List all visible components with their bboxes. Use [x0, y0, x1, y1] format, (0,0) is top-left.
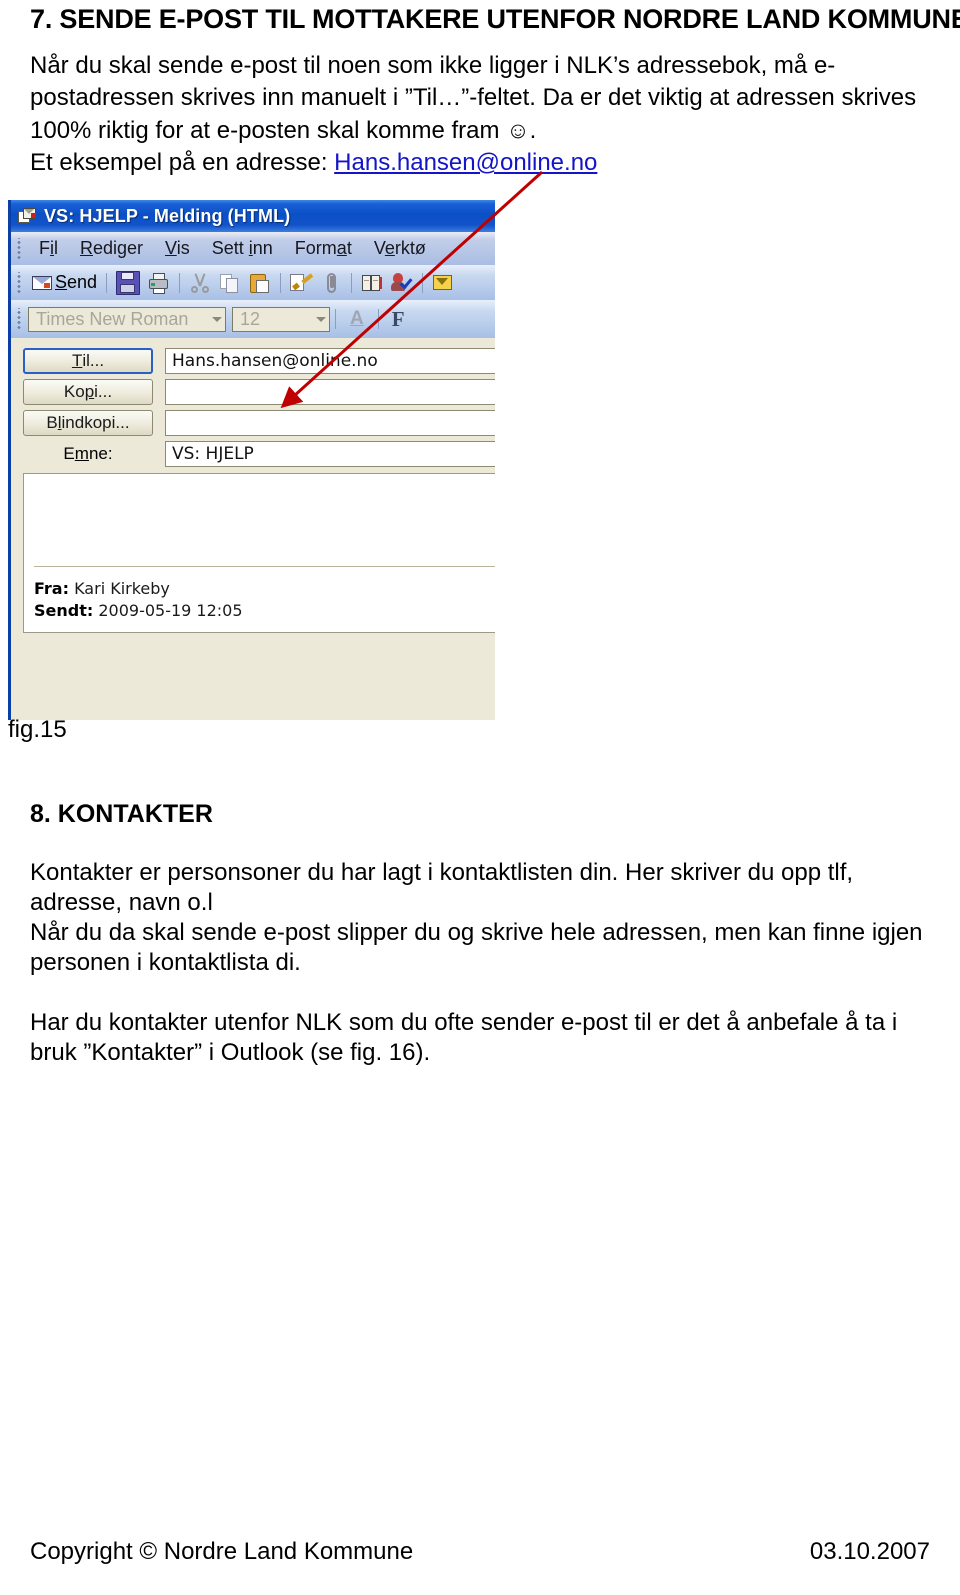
font-color-icon[interactable]: A: [341, 308, 373, 330]
outlook-formatting-toolbar: Times New Roman 12 A F: [11, 300, 495, 338]
check-names-icon[interactable]: [391, 272, 413, 294]
toolbar-separator: [422, 272, 424, 293]
footer-date: 03.10.2007: [809, 1538, 930, 1565]
toolbar-separator: [179, 272, 181, 293]
page-title: 7. SENDE E-POST TIL MOTTAKERE UTENFOR NO…: [30, 4, 960, 34]
bcc-button[interactable]: Bl indkopi...: [23, 410, 153, 436]
attach-file-icon[interactable]: [320, 272, 342, 294]
cc-field[interactable]: [165, 379, 495, 405]
intro-line-3-text: 100% riktig for at e-posten skal komme f…: [30, 117, 507, 144]
outlook-window-title: VS: HJELP - Melding (HTML): [44, 205, 291, 226]
document-page: 7. SENDE E-POST TIL MOTTAKERE UTENFOR NO…: [0, 0, 960, 1595]
quoted-sent-line: Sendt: 2009-05-19 12:05: [34, 600, 243, 622]
bcc-field[interactable]: [165, 410, 495, 436]
subject-field[interactable]: VS: HJELP: [165, 441, 495, 467]
to-button[interactable]: Til...: [23, 348, 153, 374]
example-address-prefix: Et eksempel på en adresse:: [30, 149, 335, 176]
menu-item-vis[interactable]: Vis: [154, 238, 201, 259]
outlook-address-header: Til... Hans.hansen@online.no Ko p i... Bli…: [11, 338, 495, 467]
save-icon[interactable]: [116, 270, 141, 295]
toolbar-separator: [377, 309, 379, 329]
menu-item-verktoy[interactable]: Verktø: [363, 238, 437, 259]
font-name-dropdown[interactable]: Times New Roman: [28, 306, 226, 332]
sent-label: Sendt:: [34, 601, 94, 620]
toolbar-separator: [106, 272, 108, 293]
quoted-header: Fra: Kari Kirkeby Sendt: 2009-05-19 12:0…: [34, 578, 243, 622]
bold-icon[interactable]: F: [384, 307, 413, 332]
s8-p1-line-3: Når du da skal sende e-post slipper du o…: [30, 919, 923, 946]
quote-divider: [34, 566, 495, 567]
font-size-dropdown[interactable]: 12: [232, 306, 330, 332]
s8-p1-line-1: Kontakter er personsoner du har lagt i k…: [30, 859, 854, 886]
toolbar-separator: [280, 272, 282, 293]
quoted-from-line: Fra: Kari Kirkeby: [34, 578, 243, 600]
envelope-icon: [18, 207, 37, 225]
menu-item-rediger[interactable]: Rediger: [69, 238, 154, 259]
outlook-standard-toolbar: Send: [11, 265, 495, 300]
menu-bar-grip[interactable]: [15, 237, 23, 260]
menu-item-format[interactable]: Format: [284, 238, 363, 259]
subject-label: Emne:: [63, 444, 113, 463]
example-email-link[interactable]: Hans.hansen@online.no: [334, 149, 597, 176]
importance-high-icon[interactable]: [432, 272, 454, 294]
copy-icon[interactable]: [219, 272, 241, 294]
subject-row: Emne: VS: HJELP: [23, 441, 495, 467]
format-painter-icon[interactable]: [290, 272, 314, 294]
footer-copyright: Copyright © Nordre Land Kommune: [30, 1538, 414, 1565]
menu-item-sett-inn[interactable]: Sett inn: [201, 238, 284, 259]
send-button[interactable]: Send: [28, 272, 101, 293]
page-footer: Copyright © Nordre Land Kommune 03.10.20…: [30, 1538, 930, 1566]
menu-item-fil[interactable]: Fil: [28, 238, 69, 259]
from-value: Kari Kirkeby: [74, 579, 170, 598]
toolbar-grip[interactable]: [15, 271, 23, 294]
paste-icon[interactable]: [249, 272, 271, 294]
font-name-value: Times New Roman: [36, 308, 189, 329]
section-8-title: 8. KONTAKTER: [30, 800, 213, 828]
cc-button[interactable]: Ko p i...: [23, 379, 153, 405]
sent-value: 2009-05-19 12:05: [98, 601, 243, 620]
s8-p1-line-2: adresse, navn o.l: [30, 889, 213, 916]
toolbar-separator: [335, 309, 336, 329]
to-field[interactable]: Hans.hansen@online.no: [165, 348, 495, 374]
intro-paragraph: Når du skal sende e-post til noen som ik…: [30, 50, 930, 179]
send-envelope-icon: [32, 275, 52, 290]
outlook-title-bar: VS: HJELP - Melding (HTML): [11, 200, 495, 232]
intro-line-3: 100% riktig for at e-posten skal komme f…: [30, 114, 930, 147]
outlook-message-window-screenshot: VS: HJELP - Melding (HTML) Fil Rediger V…: [8, 200, 495, 720]
s8-p2-line-2: bruk ”Kontakter” i Outlook (se fig. 16).: [30, 1039, 431, 1066]
s8-p2-line-1: Har du kontakter utenfor NLK som du ofte…: [30, 1009, 898, 1036]
smiley-face-icon: ☺: [506, 117, 530, 143]
print-icon[interactable]: [148, 272, 170, 294]
figure-caption: fig.15: [8, 716, 67, 743]
intro-line-1: Når du skal sende e-post til noen som ik…: [30, 52, 836, 79]
toolbar-separator: [351, 272, 353, 293]
chevron-down-icon[interactable]: [208, 316, 225, 322]
send-button-label: Send: [55, 272, 98, 292]
s8-p1-line-4: personen i kontaktlista di.: [30, 949, 301, 976]
cut-icon[interactable]: [189, 272, 211, 294]
bcc-row: Bl indkopi...: [23, 410, 495, 436]
font-size-value: 12: [240, 308, 261, 329]
address-book-icon[interactable]: [361, 272, 383, 294]
intro-line-4: Et eksempel på en adresse: Hans.hansen@o…: [30, 147, 930, 179]
to-row: Til... Hans.hansen@online.no: [23, 348, 495, 374]
intro-line-2: postadressen skrives inn manuelt i ”Til……: [30, 84, 917, 111]
cc-row: Ko p i...: [23, 379, 495, 405]
outlook-menu-bar: Fil Rediger Vis Sett inn Format Verktø: [11, 232, 495, 265]
intro-line-3-period: .: [529, 117, 537, 144]
formatting-toolbar-grip[interactable]: [15, 308, 23, 330]
section-8-body: Kontakter er personsoner du har lagt i k…: [30, 858, 940, 1068]
from-label: Fra:: [34, 579, 69, 598]
message-body-area[interactable]: Fra: Kari Kirkeby Sendt: 2009-05-19 12:0…: [23, 473, 495, 633]
chevron-down-icon[interactable]: [312, 316, 329, 322]
